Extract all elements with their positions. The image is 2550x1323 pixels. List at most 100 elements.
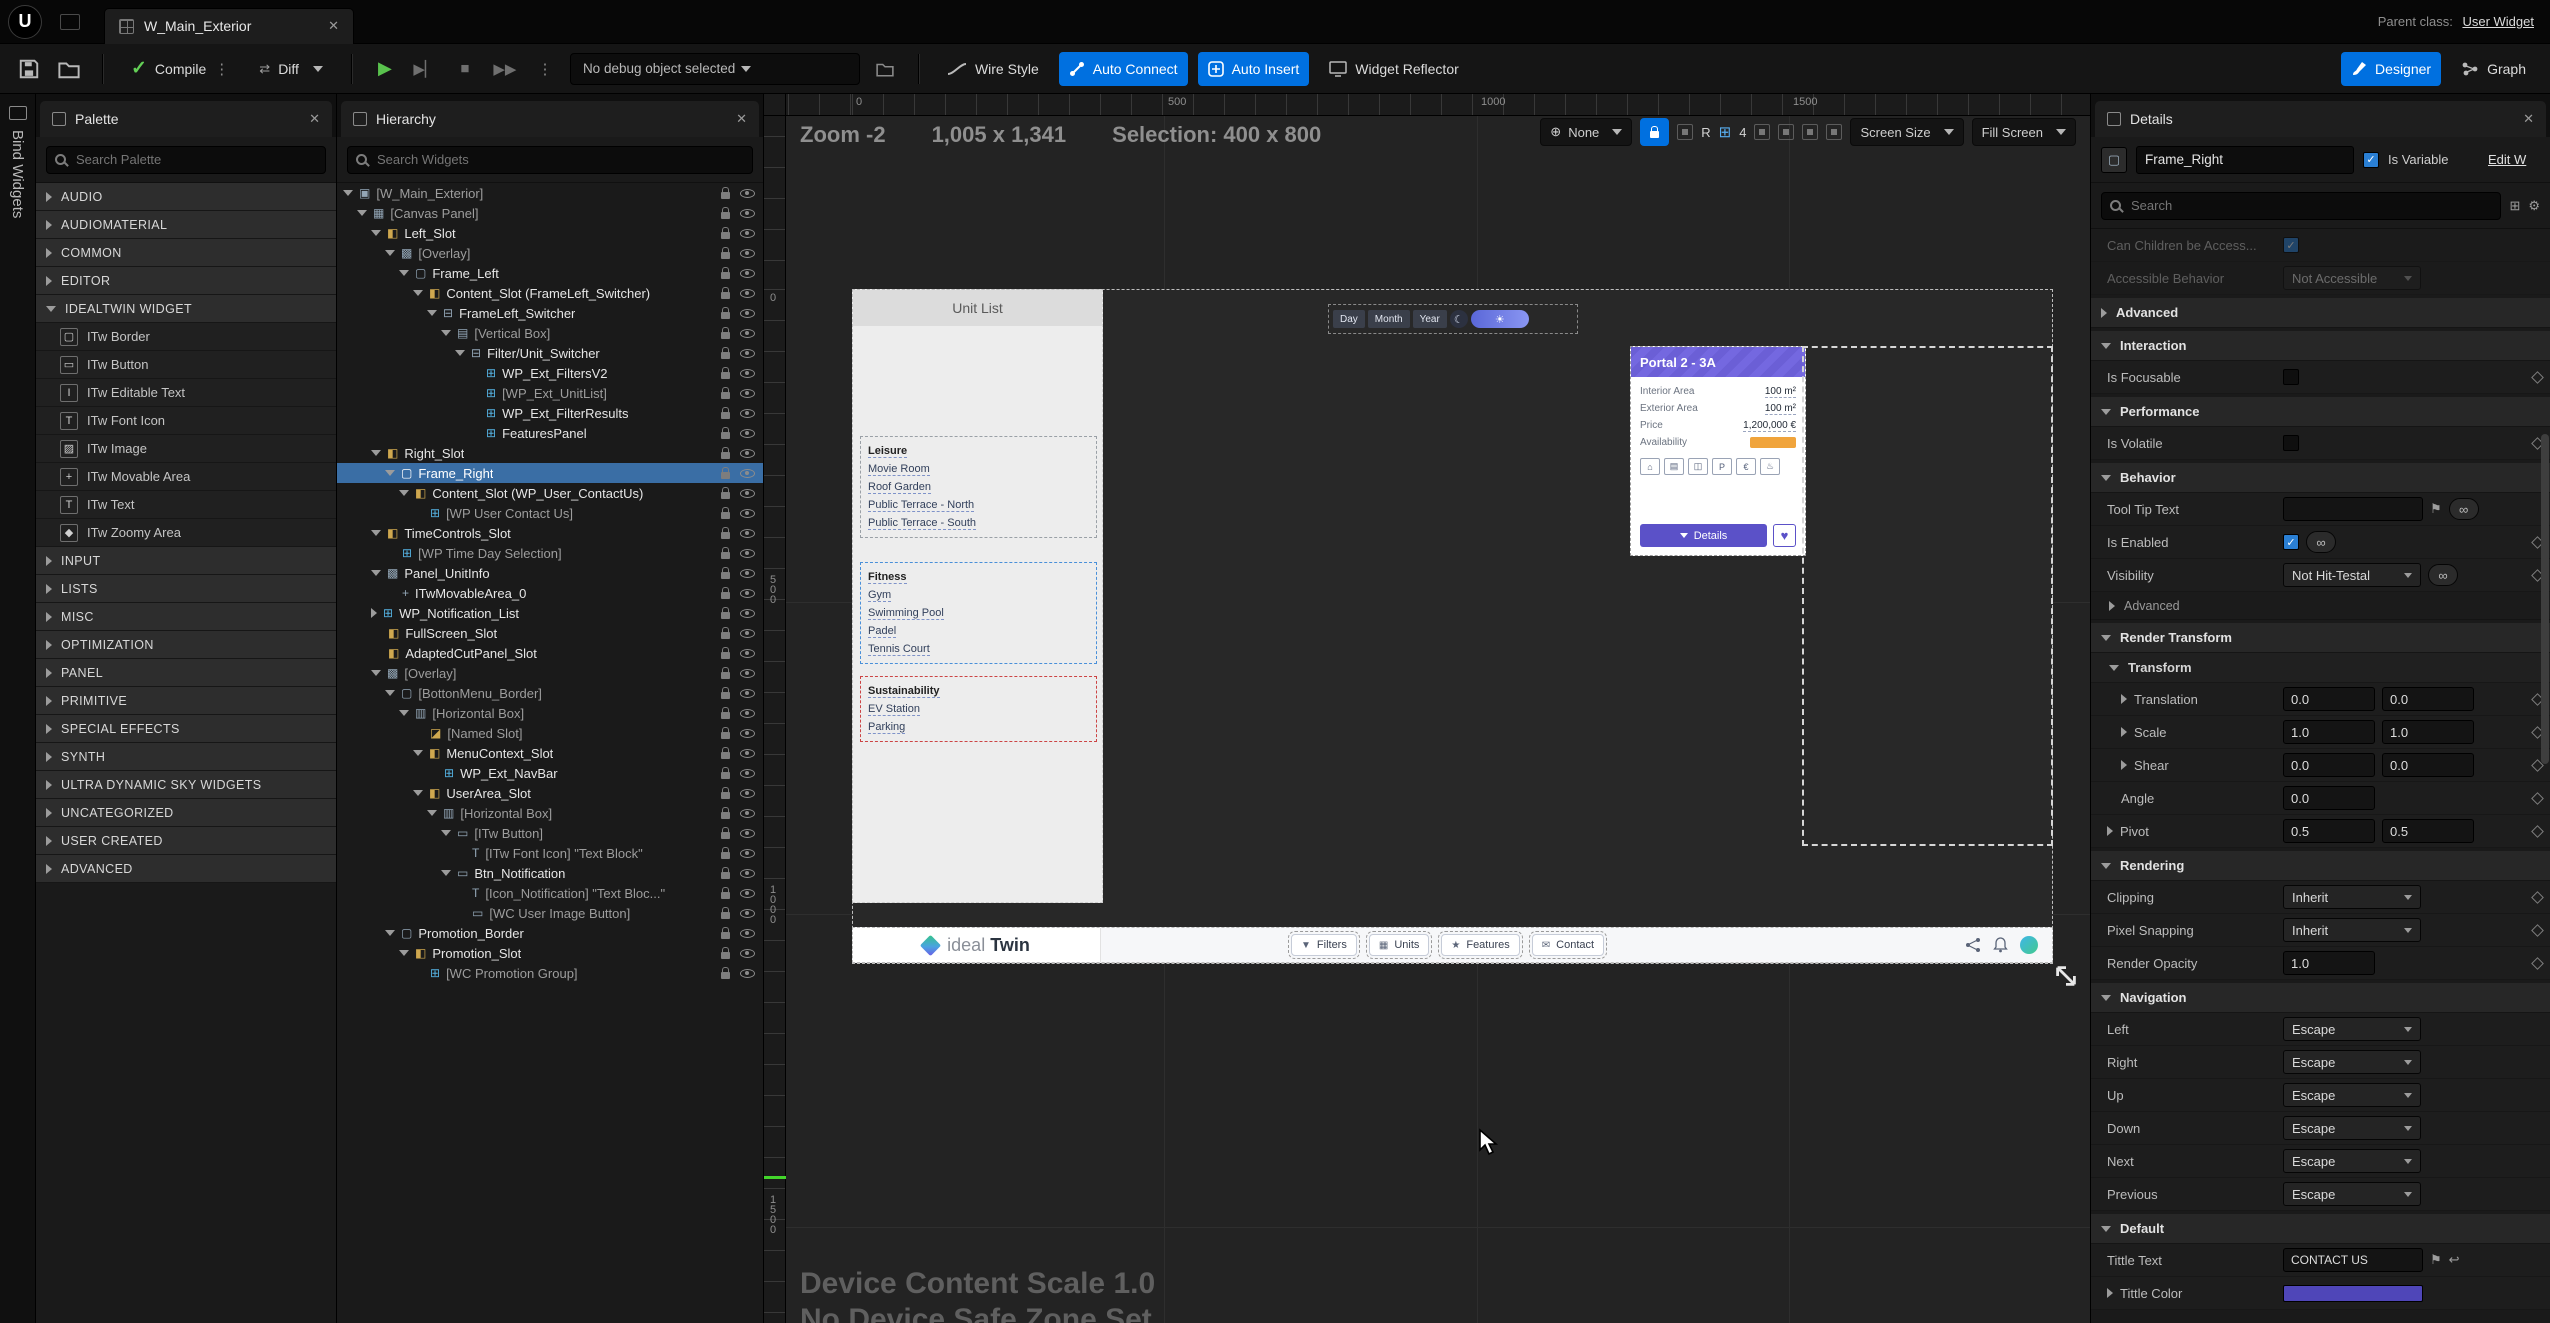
unit-info-card[interactable]: Portal 2 - 3A Interior Area100 m²Exterio… xyxy=(1630,346,1806,556)
lock-icon[interactable] xyxy=(721,252,730,259)
visibility-eye-icon[interactable] xyxy=(740,409,755,418)
palette-category[interactable]: AUDIO xyxy=(36,183,336,211)
palette-category[interactable]: COMMON xyxy=(36,239,336,267)
unit-list-item[interactable]: Movie Room xyxy=(868,460,1089,478)
compile-button[interactable]: ✓ Compile ⋮ xyxy=(121,52,239,86)
bell-icon[interactable] xyxy=(1993,937,2008,953)
palette-category[interactable]: MISC xyxy=(36,603,336,631)
hierarchy-row[interactable]: ⊞WP_Ext_FilterResults xyxy=(337,403,763,423)
lock-icon[interactable] xyxy=(721,512,730,519)
parking-icon[interactable]: P xyxy=(1712,458,1732,475)
visibility-eye-icon[interactable] xyxy=(740,589,755,598)
palette-item[interactable]: +ITw Movable Area xyxy=(36,463,336,491)
palette-category[interactable]: LISTS xyxy=(36,575,336,603)
lock-icon[interactable] xyxy=(721,412,730,419)
hierarchy-row[interactable]: ▩[Overlay] xyxy=(337,663,763,683)
number-field[interactable]: 1.0 xyxy=(2283,720,2375,744)
language-globe-icon[interactable] xyxy=(2020,936,2038,954)
bottom-menu-widget[interactable]: ideal Twin ▼Filters▦Units★Features✉Conta… xyxy=(852,927,2053,963)
palette-search-input[interactable] xyxy=(74,151,317,168)
designer-canvas[interactable]: 0 500 1000 1500 0 500 1000 1500 Zoom -2 … xyxy=(764,94,2090,1323)
visibility-eye-icon[interactable] xyxy=(740,549,755,558)
lock-icon[interactable] xyxy=(721,792,730,799)
section-header-behavior[interactable]: Behavior xyxy=(2091,463,2550,493)
next-dropdown[interactable]: Escape xyxy=(2283,1149,2421,1173)
visibility-eye-icon[interactable] xyxy=(740,969,755,978)
hierarchy-row[interactable]: ▢Promotion_Border xyxy=(337,923,763,943)
chevron-right-icon[interactable] xyxy=(46,640,52,650)
localization-preview-dropdown[interactable]: ⊕ None xyxy=(1540,118,1632,146)
visibility-eye-icon[interactable] xyxy=(740,609,755,618)
number-field[interactable]: 0.0 xyxy=(2283,786,2375,810)
visibility-eye-icon[interactable] xyxy=(740,789,755,798)
chevron-down-icon[interactable] xyxy=(427,810,437,816)
debug-browse-button[interactable] xyxy=(870,54,900,84)
hierarchy-row[interactable]: ◧Right_Slot xyxy=(337,443,763,463)
visibility-eye-icon[interactable] xyxy=(740,709,755,718)
visibility-eye-icon[interactable] xyxy=(740,389,755,398)
number-field[interactable]: 0.0 xyxy=(2382,753,2474,777)
window-layout-icon[interactable] xyxy=(60,14,80,30)
lock-icon[interactable] xyxy=(721,232,730,239)
lock-icon[interactable] xyxy=(721,952,730,959)
expand-arrow-icon[interactable] xyxy=(2107,826,2113,836)
hierarchy-row[interactable]: ◧Content_Slot (FrameLeft_Switcher) xyxy=(337,283,763,303)
palette-category[interactable]: ADVANCED xyxy=(36,855,336,883)
bath-icon[interactable]: ◫ xyxy=(1688,458,1708,475)
palette-category[interactable]: UNCATEGORIZED xyxy=(36,799,336,827)
chevron-right-icon[interactable] xyxy=(46,724,52,734)
flag-icon[interactable]: ⚑ xyxy=(2430,501,2442,517)
subsection-transform[interactable]: Transform xyxy=(2091,653,2550,683)
expand-arrow-icon[interactable] xyxy=(2107,1288,2113,1298)
lock-icon[interactable] xyxy=(721,332,730,339)
auto-connect-button[interactable]: Auto Connect xyxy=(1059,52,1188,86)
lock-icon[interactable] xyxy=(721,772,730,779)
chevron-down-icon[interactable] xyxy=(413,790,423,796)
number-field[interactable]: 0.5 xyxy=(2283,819,2375,843)
browse-to-asset-button[interactable] xyxy=(54,54,84,84)
grid-snap-icon[interactable]: ⊞ xyxy=(1719,123,1732,141)
unit-list-group[interactable]: SustainabilityEV StationParking xyxy=(860,676,1097,742)
chevron-down-icon[interactable] xyxy=(2101,1226,2111,1232)
visibility-eye-icon[interactable] xyxy=(740,669,755,678)
unit-list-item[interactable]: Tennis Court xyxy=(868,640,1089,658)
chevron-down-icon[interactable] xyxy=(427,310,437,316)
number-field[interactable]: 0.0 xyxy=(2382,687,2474,711)
edit-widget-link[interactable]: Edit W xyxy=(2488,152,2540,167)
lock-icon[interactable] xyxy=(721,872,730,879)
unit-list-item[interactable]: Roof Garden xyxy=(868,478,1089,496)
save-button[interactable] xyxy=(14,54,44,84)
resolution-label[interactable]: R xyxy=(1701,125,1710,140)
fast-forward-button[interactable]: ▶▶ xyxy=(490,54,520,84)
reset-to-default-icon[interactable] xyxy=(2531,825,2544,838)
visibility-eye-icon[interactable] xyxy=(740,509,755,518)
unit-list-item[interactable]: EV Station xyxy=(868,700,1089,718)
lock-icon[interactable] xyxy=(721,752,730,759)
chevron-down-icon[interactable] xyxy=(441,330,451,336)
chevron-down-icon[interactable] xyxy=(357,210,367,216)
visibility-eye-icon[interactable] xyxy=(740,209,755,218)
selected-widget-outline[interactable] xyxy=(1802,346,2053,846)
play-button[interactable]: ▶ xyxy=(370,54,400,84)
chevron-down-icon[interactable] xyxy=(399,490,409,496)
outline-mode-icon[interactable] xyxy=(1778,124,1794,140)
hierarchy-row[interactable]: ▩Panel_UnitInfo xyxy=(337,563,763,583)
visibility-eye-icon[interactable] xyxy=(740,229,755,238)
hierarchy-row[interactable]: ▢[BottonMenu_Border] xyxy=(337,683,763,703)
hierarchy-row[interactable]: ⊟Filter/Unit_Switcher xyxy=(337,343,763,363)
chevron-down-icon[interactable] xyxy=(441,870,451,876)
chevron-right-icon[interactable] xyxy=(46,556,52,566)
lock-icon[interactable] xyxy=(721,352,730,359)
hierarchy-row[interactable]: ▩[Overlay] xyxy=(337,243,763,263)
visibility-eye-icon[interactable] xyxy=(740,689,755,698)
visibility-eye-icon[interactable] xyxy=(740,369,755,378)
visibility-eye-icon[interactable] xyxy=(740,249,755,258)
unit-list-item[interactable]: Padel xyxy=(868,622,1089,640)
lock-icon[interactable] xyxy=(721,632,730,639)
close-panel-icon[interactable]: ✕ xyxy=(309,111,320,127)
section-header-navigation[interactable]: Navigation xyxy=(2091,983,2550,1013)
palette-category[interactable]: SPECIAL EFFECTS xyxy=(36,715,336,743)
visibility-eye-icon[interactable] xyxy=(740,929,755,938)
visibility-eye-icon[interactable] xyxy=(740,189,755,198)
unit-list-widget[interactable]: Unit List LeisureMovie RoomRoof GardenPu… xyxy=(852,289,1103,903)
